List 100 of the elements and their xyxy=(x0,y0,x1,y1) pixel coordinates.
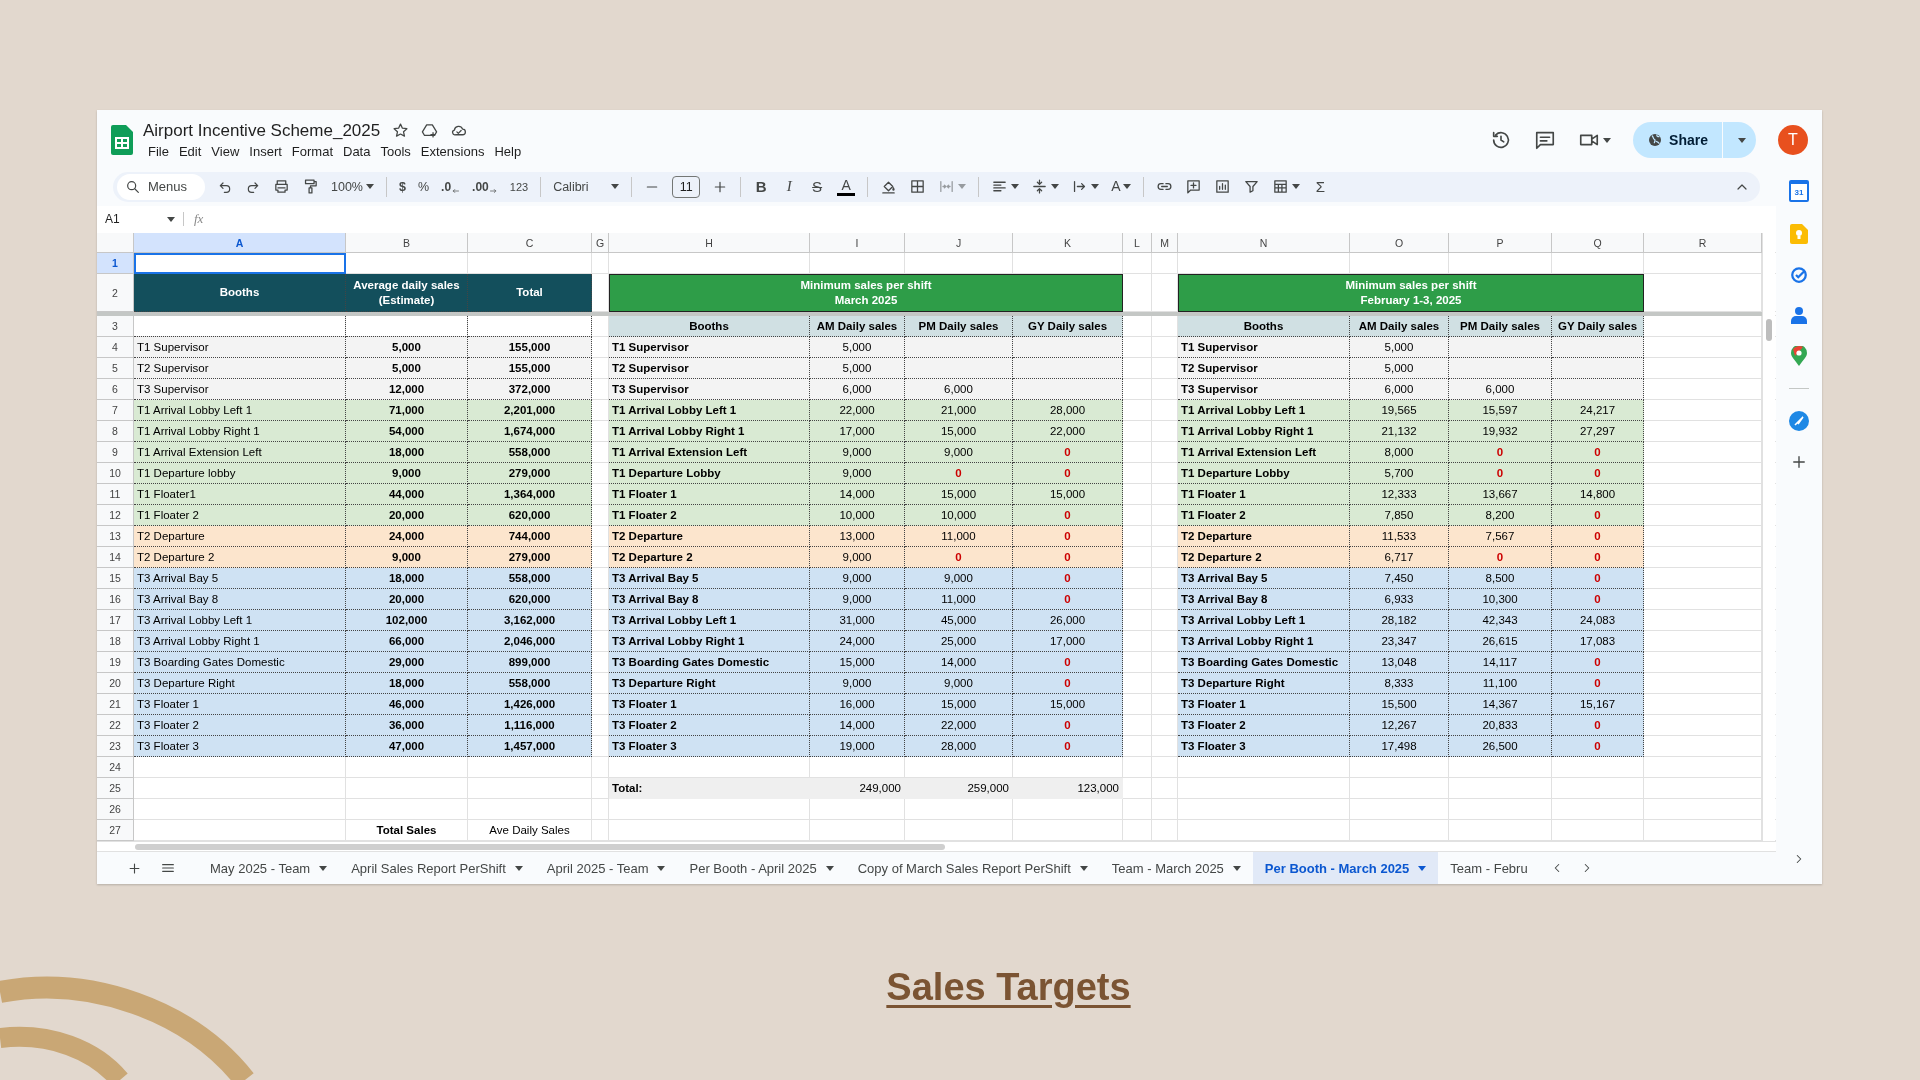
caret-icon[interactable] xyxy=(611,184,620,190)
cell-cursor[interactable] xyxy=(134,253,346,275)
sheet-tab[interactable]: Team - Febru xyxy=(1438,852,1540,884)
column-header[interactable]: K xyxy=(1013,233,1123,254)
column-header[interactable]: A xyxy=(134,233,346,254)
row-number[interactable]: 4 xyxy=(97,337,134,359)
borders-icon[interactable] xyxy=(909,178,927,196)
row-number[interactable]: 1 xyxy=(97,253,134,275)
row-number[interactable]: 18 xyxy=(97,631,134,653)
menu-item[interactable]: Help xyxy=(489,142,527,160)
star-icon[interactable] xyxy=(392,122,410,139)
text-rotation-button[interactable]: A xyxy=(1111,179,1132,195)
row-number[interactable]: 8 xyxy=(97,421,134,443)
caret-icon[interactable] xyxy=(1123,184,1132,190)
printer-icon[interactable] xyxy=(273,178,290,196)
column-header[interactable]: C xyxy=(468,233,592,254)
column-header[interactable]: J xyxy=(905,233,1013,254)
caret-icon[interactable] xyxy=(1091,184,1100,190)
caret-icon[interactable] xyxy=(319,865,328,871)
spreadsheet-logo-icon[interactable] xyxy=(111,125,133,155)
add-comment-icon[interactable] xyxy=(1185,178,1203,196)
filter-icon[interactable] xyxy=(1243,178,1261,196)
document-title[interactable]: Airport Incentive Scheme_2025 xyxy=(143,120,381,141)
caret-icon[interactable] xyxy=(1011,184,1020,190)
row-number[interactable]: 11 xyxy=(97,484,134,506)
column-header[interactable]: H xyxy=(609,233,810,254)
column-header[interactable]: L xyxy=(1123,233,1152,254)
person-icon[interactable] xyxy=(1791,306,1807,324)
add-sheet-icon[interactable] xyxy=(127,860,142,876)
sheet-tab[interactable]: April 2025 - Team xyxy=(534,852,678,884)
menu-search-field[interactable]: Menus xyxy=(117,173,205,200)
row-number[interactable]: 22 xyxy=(97,715,134,737)
chart-icon[interactable] xyxy=(1214,178,1232,196)
menu-item[interactable]: View xyxy=(206,142,245,160)
row-number[interactable]: 25 xyxy=(97,778,134,800)
row-number[interactable]: 20 xyxy=(97,673,134,695)
bold-button[interactable]: B xyxy=(753,178,770,196)
row-number[interactable]: 12 xyxy=(97,505,134,527)
text-color-button[interactable]: A xyxy=(837,177,856,196)
share-button[interactable]: Share xyxy=(1633,122,1756,158)
currency-format-button[interactable]: $ xyxy=(399,179,406,194)
italic-button[interactable]: I xyxy=(781,178,798,196)
row-number[interactable]: 9 xyxy=(97,442,134,464)
column-header[interactable]: P xyxy=(1449,233,1552,254)
row-number[interactable]: 16 xyxy=(97,589,134,611)
percent-format-button[interactable]: % xyxy=(417,179,430,194)
row-number[interactable]: 13 xyxy=(97,526,134,548)
decrease-decimal-button[interactable]: .0 xyxy=(441,179,461,194)
column-header[interactable]: Q xyxy=(1552,233,1644,254)
caret-icon[interactable] xyxy=(825,865,834,871)
paint-format-icon[interactable] xyxy=(302,178,319,196)
row-number[interactable]: 23 xyxy=(97,736,134,758)
menu-item[interactable]: File xyxy=(143,142,174,160)
tasks-icon[interactable] xyxy=(1790,266,1808,284)
caret-icon[interactable] xyxy=(1079,865,1088,871)
caret-icon[interactable] xyxy=(1418,865,1427,871)
caret-icon[interactable] xyxy=(1738,137,1746,143)
menu-item[interactable]: Tools xyxy=(375,142,416,160)
row-number[interactable]: 2 xyxy=(97,274,134,313)
row-number[interactable]: 5 xyxy=(97,358,134,380)
vertical-align-icon[interactable] xyxy=(1031,178,1049,196)
caret-icon[interactable] xyxy=(167,216,175,222)
menu-item[interactable]: Data xyxy=(338,142,376,160)
sheet-tab[interactable]: Copy of March Sales Report PerShift xyxy=(845,852,1100,884)
row-number[interactable]: 7 xyxy=(97,400,134,422)
sheet-tab[interactable]: April Sales Report PerShift xyxy=(339,852,535,884)
name-box[interactable]: A1 xyxy=(105,212,184,227)
row-number[interactable]: 6 xyxy=(97,379,134,401)
row-number[interactable]: 26 xyxy=(97,799,134,821)
row-number[interactable]: 17 xyxy=(97,610,134,632)
add-icon[interactable] xyxy=(1790,453,1808,471)
menu-item[interactable]: Edit xyxy=(173,142,207,160)
comment-icon[interactable] xyxy=(1534,129,1557,151)
strikethrough-button[interactable]: S xyxy=(809,178,826,196)
column-header[interactable]: N xyxy=(1178,233,1350,254)
column-header[interactable]: R xyxy=(1644,233,1762,254)
row-number[interactable]: 3 xyxy=(97,316,134,338)
font-size-field[interactable]: 11 xyxy=(672,175,701,198)
number-format-button[interactable]: 123 xyxy=(509,180,529,193)
increase-decimal-button[interactable]: .00 xyxy=(472,179,498,194)
menu-item[interactable]: Format xyxy=(286,142,338,160)
caret-icon[interactable] xyxy=(1232,865,1241,871)
caret-icon[interactable] xyxy=(1603,137,1612,143)
font-dropdown[interactable]: Calibri xyxy=(553,179,620,194)
functions-button[interactable]: Σ xyxy=(1312,178,1329,196)
row-number[interactable]: 19 xyxy=(97,652,134,674)
row-number[interactable]: 21 xyxy=(97,694,134,716)
sheet-tab[interactable]: Per Booth - April 2025 xyxy=(677,852,846,884)
sheet-tab[interactable]: Team - March 2025 xyxy=(1099,852,1253,884)
caret-icon[interactable] xyxy=(366,184,374,190)
menu-item[interactable]: Extensions xyxy=(415,142,490,160)
caret-icon[interactable] xyxy=(657,865,666,871)
caret-icon[interactable] xyxy=(514,865,523,871)
pen-circle-icon[interactable] xyxy=(1789,411,1809,431)
menu-item[interactable]: Insert xyxy=(244,142,287,160)
column-header[interactable]: G xyxy=(592,233,609,254)
map-pin-icon[interactable] xyxy=(1791,346,1807,366)
account-avatar[interactable]: T xyxy=(1778,125,1808,155)
row-number[interactable]: 15 xyxy=(97,568,134,590)
row-number[interactable]: 24 xyxy=(97,757,134,779)
